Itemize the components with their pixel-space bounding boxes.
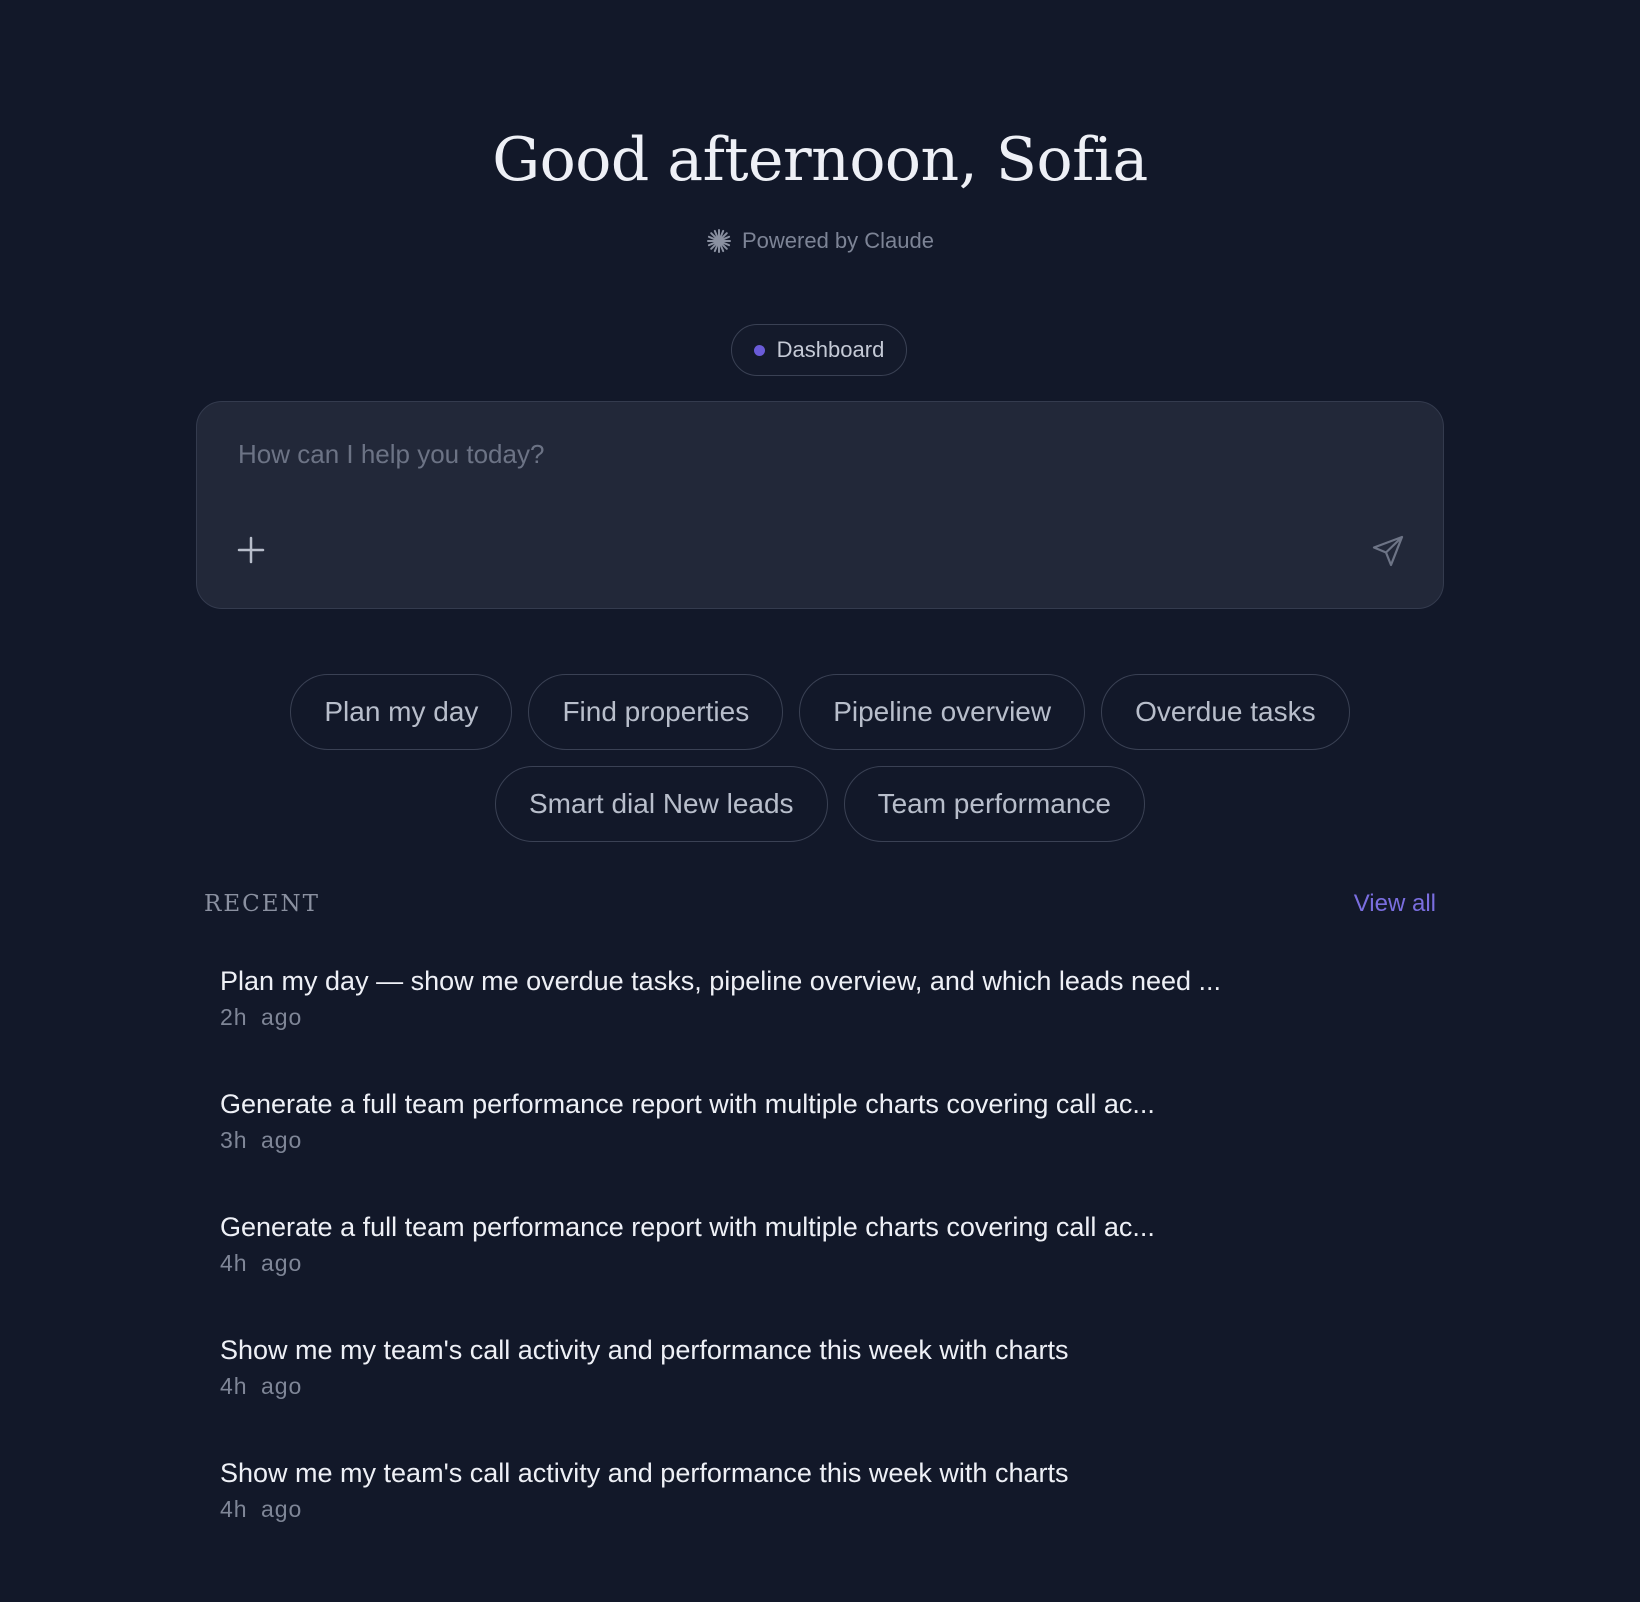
chip-find-properties[interactable]: Find properties: [528, 674, 784, 750]
suggestion-row-2: Smart dial New leads Team performance: [495, 766, 1145, 842]
recent-item-title: Plan my day — show me overdue tasks, pip…: [220, 966, 1222, 996]
chip-smart-dial-new-leads[interactable]: Smart dial New leads: [495, 766, 828, 842]
chip-pipeline-overview[interactable]: Pipeline overview: [799, 674, 1086, 750]
recent-item-title: Show me my team's call activity and perf…: [220, 1335, 1069, 1365]
recent-item-time: 2h ago: [220, 1004, 303, 1030]
plus-icon[interactable]: [233, 532, 269, 568]
recent-item-time: 4h ago: [220, 1373, 303, 1399]
view-all-link[interactable]: View all: [1354, 890, 1436, 918]
recent-item[interactable]: Show me my team's call activity and perf…: [220, 1331, 1440, 1454]
recent-item-time: 4h ago: [220, 1250, 303, 1276]
recent-item-time: 4h ago: [220, 1496, 303, 1522]
chip-overdue-tasks[interactable]: Overdue tasks: [1101, 674, 1350, 750]
context-dot: [753, 344, 765, 356]
powered-by-label: Powered by Claude: [741, 228, 934, 253]
send-icon[interactable]: [1369, 532, 1407, 570]
chip-team-performance[interactable]: Team performance: [843, 766, 1145, 842]
suggestion-row-1: Plan my day Find properties Pipeline ove…: [290, 674, 1350, 750]
recent-item-title: Show me my team's call activity and perf…: [220, 1458, 1069, 1488]
recent-header: RECENT View all: [204, 890, 1436, 918]
recent-heading: RECENT: [204, 891, 320, 917]
recent-item-title: Generate a full team performance report …: [220, 1212, 1155, 1242]
claude-spark-icon: [706, 228, 732, 254]
recent-item[interactable]: Plan my day — show me overdue tasks, pip…: [220, 962, 1440, 1085]
powered-by: Powered by Claude: [0, 228, 1640, 254]
composer-box: [196, 401, 1444, 609]
recent-item-time: 3h ago: [220, 1127, 303, 1153]
greeting-heading: Good afternoon, Sofia: [492, 125, 1148, 195]
recent-item[interactable]: Show me my team's call activity and perf…: [220, 1454, 1440, 1577]
home-screen: Good afternoon, Sofia Powered by Claude …: [0, 0, 1640, 1602]
message-input[interactable]: [238, 439, 1338, 470]
recent-item[interactable]: Generate a full team performance report …: [220, 1208, 1440, 1331]
context-pill-label: Dashboard: [776, 337, 885, 362]
suggestion-chips: Plan my day Find properties Pipeline ove…: [0, 674, 1640, 842]
recent-item[interactable]: Generate a full team performance report …: [220, 1085, 1440, 1208]
context-pill-dashboard[interactable]: Dashboard: [731, 324, 907, 376]
recent-list: Plan my day — show me overdue tasks, pip…: [220, 962, 1440, 1577]
recent-item-title: Generate a full team performance report …: [220, 1089, 1155, 1119]
chip-plan-my-day[interactable]: Plan my day: [290, 674, 513, 750]
